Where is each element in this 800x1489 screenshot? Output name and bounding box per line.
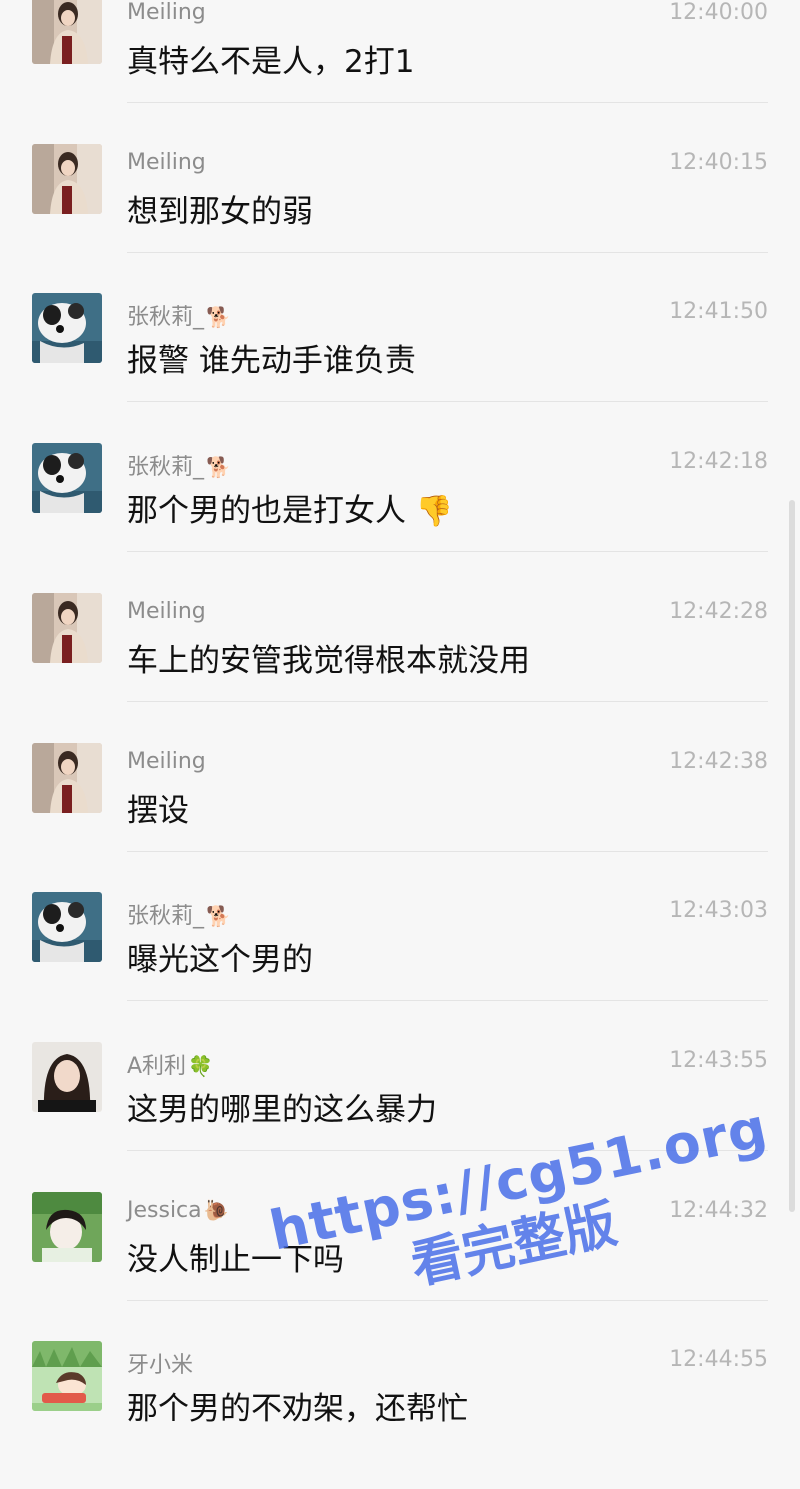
photo-dog-icon[interactable] — [32, 892, 102, 962]
message-text: 这男的哪里的这么暴力 — [127, 1092, 437, 1128]
message-text: 摆设 — [127, 793, 189, 829]
sender-name: 张秋莉_ 🐕 — [127, 455, 231, 480]
chat-message[interactable]: A利利 🍀 12:43:55 这男的哪里的这么暴力 — [0, 1040, 800, 1190]
divider — [127, 701, 768, 702]
divider — [127, 551, 768, 552]
message-time: 12:40:00 — [669, 0, 768, 25]
sender-name: 牙小米 — [127, 1353, 194, 1378]
divider — [127, 1000, 768, 1001]
sender-name: 张秋莉_ 🐕 — [127, 305, 231, 330]
message-time: 12:42:28 — [669, 599, 768, 624]
message-time: 12:44:32 — [669, 1198, 768, 1223]
photo-girl-mirror-icon[interactable] — [32, 593, 102, 663]
message-time: 12:43:55 — [669, 1048, 768, 1073]
sender-emoji: 🍀 — [188, 1054, 213, 1078]
chat-message[interactable]: 张秋莉_ 🐕 12:41:50 报警 谁先动手谁负责 — [0, 291, 800, 441]
message-text: 那个男的也是打女人 👎 — [127, 493, 454, 529]
chat-message[interactable]: 张秋莉_ 🐕 12:43:03 曝光这个男的 — [0, 890, 800, 1040]
sender-name: Meiling — [127, 749, 206, 774]
sender-emoji: 🐌 — [203, 1198, 229, 1222]
message-text: 车上的安管我觉得根本就没用 — [127, 643, 530, 679]
divider — [127, 1150, 768, 1151]
chat-message[interactable]: 张秋莉_ 🐕 12:42:18 那个男的也是打女人 👎 — [0, 441, 800, 591]
message-text: 曝光这个男的 — [127, 942, 313, 978]
divider — [127, 102, 768, 103]
chat-message[interactable]: Meiling 12:42:38 摆设 — [0, 741, 800, 891]
divider — [127, 851, 768, 852]
message-text: 真特么不是人，2打1 — [127, 44, 415, 80]
photo-dog-icon[interactable] — [32, 443, 102, 513]
chat-message-list: Meiling 12:40:00 真特么不是人，2打1 Meiling 12:40:15… — [0, 0, 800, 1429]
message-time: 12:42:18 — [669, 449, 768, 474]
photo-girl-mirror-icon[interactable] — [32, 144, 102, 214]
sender-emoji: 🐕 — [206, 455, 231, 479]
message-time: 12:42:38 — [669, 749, 768, 774]
message-time: 12:40:15 — [669, 150, 768, 175]
photo-dog-icon[interactable] — [32, 293, 102, 363]
message-text: 报警 谁先动手谁负责 — [127, 343, 416, 379]
chat-message[interactable]: Meiling 12:40:15 想到那女的弱 — [0, 142, 800, 292]
sender-name: 张秋莉_ 🐕 — [127, 904, 231, 929]
chat-message[interactable]: Jessica 🐌 12:44:32 没人制止一下吗 — [0, 1190, 800, 1340]
message-text: 想到那女的弱 — [127, 194, 313, 230]
message-text: 没人制止一下吗 — [127, 1242, 344, 1278]
sender-name: Jessica 🐌 — [127, 1198, 229, 1223]
divider — [127, 1300, 768, 1301]
photo-anime-icon[interactable] — [32, 1341, 102, 1411]
sender-emoji: 🐕 — [206, 904, 231, 928]
message-text: 那个男的不劝架，还帮忙 — [127, 1391, 468, 1427]
chat-message[interactable]: Meiling 12:42:28 车上的安管我觉得根本就没用 — [0, 591, 800, 741]
scrollbar[interactable] — [789, 500, 795, 1212]
chat-message[interactable]: Meiling 12:40:00 真特么不是人，2打1 — [0, 0, 800, 142]
photo-woman-dark-hair-icon[interactable] — [32, 1042, 102, 1112]
photo-girl-mirror-icon[interactable] — [32, 0, 102, 64]
message-time: 12:44:55 — [669, 1347, 768, 1372]
message-time: 12:41:50 — [669, 299, 768, 324]
sender-emoji: 🐕 — [206, 305, 231, 329]
thumbs-down-icon: 👎 — [415, 494, 454, 529]
photo-girl-mirror-icon[interactable] — [32, 743, 102, 813]
sender-name: Meiling — [127, 150, 206, 175]
chat-message[interactable]: 牙小米 12:44:55 那个男的不劝架，还帮忙 — [0, 1339, 800, 1489]
sender-name: A利利 🍀 — [127, 1054, 213, 1079]
photo-woman-grass-icon[interactable] — [32, 1192, 102, 1262]
message-time: 12:43:03 — [669, 898, 768, 923]
sender-name: Meiling — [127, 0, 206, 25]
divider — [127, 252, 768, 253]
sender-name: Meiling — [127, 599, 206, 624]
divider — [127, 401, 768, 402]
